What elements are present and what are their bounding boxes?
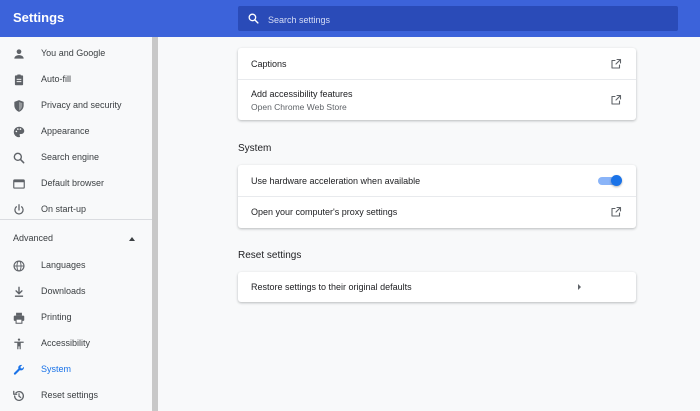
add-accessibility-features-row[interactable]: Add accessibility features Open Chrome W… bbox=[238, 80, 636, 120]
accessibility-icon bbox=[14, 338, 24, 350]
sidebar-item-label: Default browser bbox=[41, 178, 105, 188]
hardware-acceleration-label: Use hardware acceleration when available bbox=[251, 176, 421, 186]
sidebar-item-auto-fill[interactable]: Auto-fill bbox=[0, 67, 150, 93]
system-card: Use hardware acceleration when available… bbox=[238, 165, 636, 228]
clipboard-icon bbox=[14, 74, 24, 86]
system-section-title: System bbox=[238, 143, 272, 154]
download-icon bbox=[14, 286, 24, 297]
hardware-acceleration-row[interactable]: Use hardware acceleration when available bbox=[238, 165, 636, 196]
proxy-settings-label: Open your computer's proxy settings bbox=[251, 207, 398, 217]
search-box[interactable] bbox=[238, 6, 678, 31]
toggle-knob[interactable] bbox=[611, 175, 622, 186]
search-icon bbox=[248, 13, 259, 24]
palette-icon bbox=[13, 126, 25, 138]
sidebar-item-default-browser[interactable]: Default browser bbox=[0, 171, 150, 197]
sidebar-item-printing[interactable]: Printing bbox=[0, 305, 150, 331]
chevron-up-icon[interactable] bbox=[129, 237, 135, 241]
add-features-label: Add accessibility features bbox=[251, 89, 353, 99]
advanced-section-toggle[interactable]: Advanced bbox=[13, 233, 53, 243]
sidebar-item-reset-settings[interactable]: Reset settings bbox=[0, 383, 150, 409]
reset-card: Restore settings to their original defau… bbox=[238, 272, 636, 302]
open-in-new-icon[interactable] bbox=[610, 58, 622, 70]
sidebar-item-accessibility[interactable]: Accessibility bbox=[0, 331, 150, 357]
sidebar: You and Google Auto-fill Privacy and sec… bbox=[0, 37, 152, 411]
sidebar-item-label: Auto-fill bbox=[41, 74, 72, 84]
wrench-icon bbox=[13, 364, 24, 375]
person-icon bbox=[14, 49, 24, 59]
top-app-bar: Settings bbox=[0, 0, 700, 37]
sidebar-item-label: On start-up bbox=[41, 204, 87, 214]
printer-icon bbox=[13, 312, 25, 324]
sidebar-item-label: You and Google bbox=[41, 48, 106, 58]
history-icon bbox=[13, 390, 25, 402]
sidebar-item-label: Reset settings bbox=[41, 390, 99, 400]
sidebar-item-label: System bbox=[41, 364, 72, 374]
open-in-new-icon[interactable] bbox=[610, 206, 622, 218]
sidebar-item-privacy[interactable]: Privacy and security bbox=[0, 93, 150, 119]
app-title: Settings bbox=[13, 10, 65, 25]
search-icon bbox=[13, 152, 25, 164]
sidebar-item-label: Downloads bbox=[41, 286, 86, 296]
sidebar-item-search-engine[interactable]: Search engine bbox=[0, 145, 150, 171]
main-content: Captions Add accessibility features Open… bbox=[158, 37, 700, 411]
captions-label: Captions bbox=[251, 59, 287, 69]
sidebar-item-label: Languages bbox=[41, 260, 86, 270]
add-features-sublabel: Open Chrome Web Store bbox=[251, 102, 347, 112]
restore-defaults-row[interactable]: Restore settings to their original defau… bbox=[238, 272, 636, 302]
sidebar-item-you-and-google[interactable]: You and Google bbox=[0, 41, 150, 67]
sidebar-item-downloads[interactable]: Downloads bbox=[0, 279, 150, 305]
chevron-right-icon[interactable] bbox=[578, 284, 581, 290]
power-icon bbox=[14, 204, 24, 215]
sidebar-item-label: Accessibility bbox=[41, 338, 91, 348]
search-input[interactable] bbox=[266, 9, 670, 30]
sidebar-item-system[interactable]: System bbox=[0, 357, 150, 383]
open-in-new-icon[interactable] bbox=[610, 94, 622, 106]
captions-row[interactable]: Captions bbox=[238, 48, 636, 79]
globe-icon bbox=[13, 260, 25, 272]
sidebar-item-label: Privacy and security bbox=[41, 100, 122, 110]
sidebar-item-languages[interactable]: Languages bbox=[0, 253, 150, 279]
proxy-settings-row[interactable]: Open your computer's proxy settings bbox=[238, 197, 636, 228]
sidebar-item-label: Printing bbox=[41, 312, 72, 322]
sidebar-divider bbox=[0, 219, 152, 220]
restore-defaults-label: Restore settings to their original defau… bbox=[251, 282, 412, 292]
sidebar-item-label: Appearance bbox=[41, 126, 90, 136]
shield-icon bbox=[14, 100, 24, 112]
reset-section-title: Reset settings bbox=[238, 250, 302, 261]
browser-window-icon bbox=[13, 179, 25, 189]
accessibility-card: Captions Add accessibility features Open… bbox=[238, 48, 636, 120]
sidebar-item-appearance[interactable]: Appearance bbox=[0, 119, 150, 145]
sidebar-item-label: Search engine bbox=[41, 152, 100, 162]
